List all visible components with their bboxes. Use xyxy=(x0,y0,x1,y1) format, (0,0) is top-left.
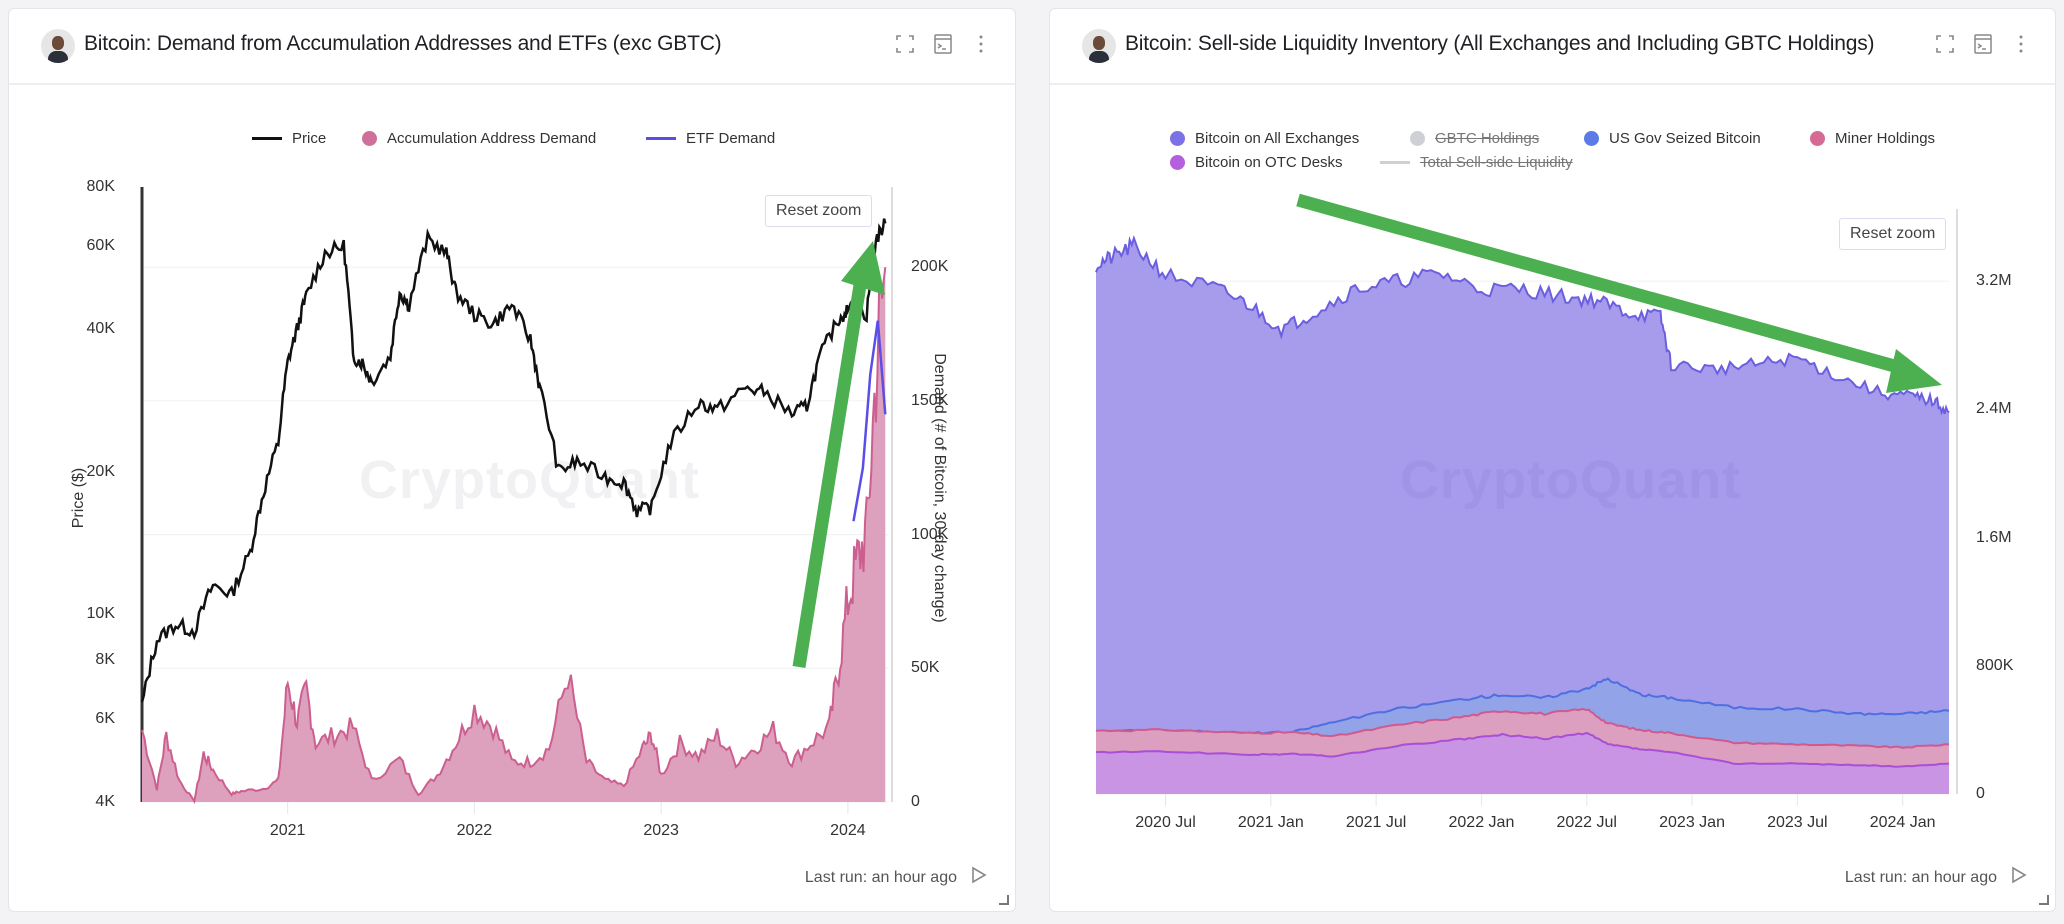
resize-handle[interactable] xyxy=(2039,895,2049,905)
x-tick-label: 2022 Jul xyxy=(1556,814,1617,831)
play-icon[interactable] xyxy=(2011,866,2027,889)
chart-card-liquidity: Bitcoin: Sell-side Liquidity Inventory (… xyxy=(1049,8,2056,912)
y-tick-label: 2.4M xyxy=(1976,400,2012,418)
card-footer: Last run: an hour ago xyxy=(1845,866,2027,889)
watermark: CryptoQuant xyxy=(1400,450,1741,510)
x-tick-label: 2024 Jan xyxy=(1869,814,1936,831)
y-tick-label: 800K xyxy=(1976,656,2014,674)
reset-zoom-button[interactable]: Reset zoom xyxy=(1839,218,1947,250)
y-right-tick-label: 50K xyxy=(911,659,940,677)
arrow-head xyxy=(1886,349,1942,393)
play-icon[interactable] xyxy=(971,866,987,889)
y-left-tick-label: 6K xyxy=(95,709,115,727)
x-tick-label: 2021 Jul xyxy=(1345,814,1407,831)
x-tick-label: 2022 Jan xyxy=(1448,814,1515,831)
x-tick-label: 2024 xyxy=(830,822,866,839)
y-tick-label: 1.6M xyxy=(1976,528,2012,546)
y-tick-label: 0 xyxy=(1976,785,1985,802)
y-axis-left-title: Price ($) xyxy=(70,467,87,529)
y-left-tick-label: 60K xyxy=(86,237,115,255)
last-run-text: Last run: an hour ago xyxy=(804,868,957,886)
y-right-tick-label: 200K xyxy=(911,258,949,276)
x-tick-label: 2021 Jan xyxy=(1237,814,1304,831)
chart-card-demand: Bitcoin: Demand from Accumulation Addres… xyxy=(8,8,1016,912)
x-tick-label: 2023 xyxy=(643,822,679,839)
resize-handle[interactable] xyxy=(999,895,1009,905)
y-left-tick-label: 80K xyxy=(86,178,115,195)
demand-chart-plot[interactable] xyxy=(9,9,1017,913)
card-footer: Last run: an hour ago xyxy=(805,866,987,889)
x-tick-label: 2023 Jul xyxy=(1767,814,1828,831)
y-left-tick-label: 40K xyxy=(86,320,115,338)
series-line-price xyxy=(140,218,887,703)
x-tick-label: 2023 Jan xyxy=(1659,814,1725,831)
y-axis-right-title: Demand (# of Bitcoin, 30-day change) xyxy=(931,353,948,623)
arrow-head xyxy=(841,241,885,295)
reset-zoom-button[interactable]: Reset zoom xyxy=(765,195,873,227)
last-run-text: Last run: an hour ago xyxy=(1844,868,1997,886)
y-left-tick-label: 20K xyxy=(86,462,115,480)
y-left-tick-label: 8K xyxy=(95,650,115,668)
y-tick-label: 3.2M xyxy=(1976,272,2012,290)
x-tick-label: 2020 Jul xyxy=(1135,814,1196,831)
y-left-tick-label: 10K xyxy=(86,604,115,622)
x-tick-label: 2022 xyxy=(456,822,493,839)
y-left-tick-label: 4K xyxy=(95,793,115,810)
y-right-tick-label: 0 xyxy=(911,793,920,810)
x-tick-label: 2021 xyxy=(269,822,306,839)
